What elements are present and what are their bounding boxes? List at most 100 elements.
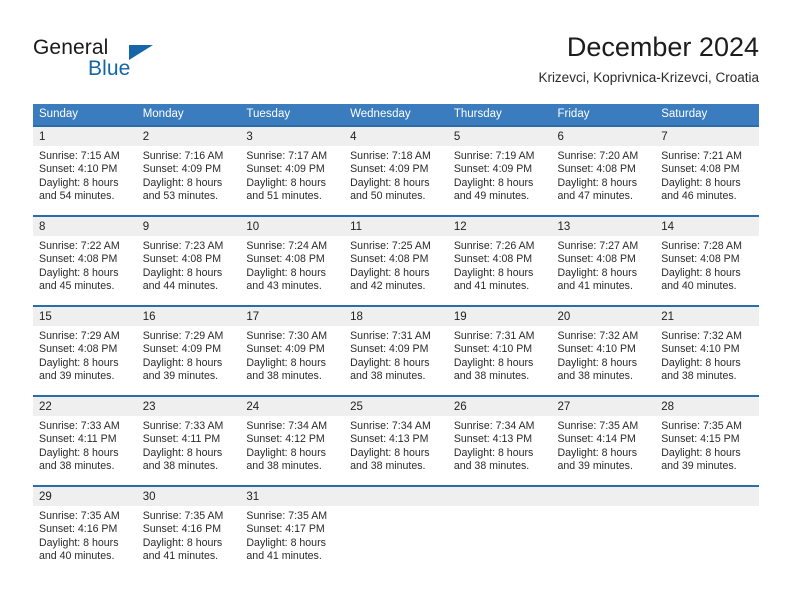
calendar-table: Sunday Monday Tuesday Wednesday Thursday… (33, 104, 759, 575)
day-cell[interactable]: 9 Sunrise: 7:23 AM Sunset: 4:08 PM Daylight… (136, 215, 241, 306)
sunrise-text: Sunrise: 7:20 AM (557, 150, 639, 162)
day-details: Sunrise: 7:25 AM Sunset: 4:08 PM Daylight:… (344, 236, 448, 294)
sunset-text: Sunset: 4:09 PM (246, 163, 325, 176)
daylight-text-line2: and 38 minutes. (557, 370, 633, 383)
daylight-text-line2: and 38 minutes. (661, 370, 737, 383)
day-number: 11 (344, 217, 448, 236)
sunrise-text: Sunrise: 7:17 AM (246, 150, 328, 162)
day-details: Sunrise: 7:34 AM Sunset: 4:13 PM Daylight:… (344, 416, 448, 474)
day-cell[interactable]: 8 Sunrise: 7:22 AM Sunset: 4:08 PM Daylight… (33, 215, 137, 306)
day-number: 15 (33, 307, 137, 326)
day-cell[interactable]: 12 Sunrise: 7:26 AM Sunset: 4:08 PM Dayligh… (447, 215, 552, 306)
day-cell[interactable]: 30 Sunrise: 7:35 AM Sunset: 4:16 PM Dayligh… (136, 485, 241, 575)
sunrise-text: Sunrise: 7:18 AM (350, 150, 431, 162)
sunset-text: Sunset: 4:08 PM (661, 253, 740, 266)
logo-text-blue: Blue (88, 57, 131, 80)
daylight-text-line2: and 43 minutes. (246, 280, 322, 293)
sunrise-text: Sunrise: 7:27 AM (557, 240, 639, 252)
day-number: 14 (655, 217, 759, 236)
day-details: Sunrise: 7:32 AM Sunset: 4:10 PM Daylight:… (552, 326, 656, 384)
day-cell[interactable]: 24 Sunrise: 7:34 AM Sunset: 4:12 PM Dayligh… (240, 395, 345, 486)
day-cell[interactable]: 26 Sunrise: 7:34 AM Sunset: 4:13 PM Dayligh… (447, 395, 552, 486)
daylight-text-line2: and 38 minutes. (453, 370, 530, 383)
day-cell[interactable]: 21 Sunrise: 7:32 AM Sunset: 4:10 PM Dayligh… (655, 305, 759, 396)
day-cell[interactable]: 23 Sunrise: 7:33 AM Sunset: 4:11 PM Dayligh… (136, 395, 241, 486)
sunset-text: Sunset: 4:10 PM (39, 163, 118, 176)
calendar-body: 1 Sunrise: 7:15 AM Sunset: 4:10 PM Daylight… (33, 125, 759, 575)
day-cell[interactable]: 15 Sunrise: 7:29 AM Sunset: 4:08 PM Dayligh… (33, 305, 137, 396)
day-cell[interactable]: 6 Sunrise: 7:20 AM Sunset: 4:08 PM Daylight… (551, 125, 656, 216)
day-details: Sunrise: 7:31 AM Sunset: 4:10 PM Daylight:… (448, 326, 552, 384)
day-cell[interactable]: 5 Sunrise: 7:19 AM Sunset: 4:09 PM Daylight… (447, 125, 552, 216)
day-number: 13 (551, 217, 656, 236)
sunrise-text: Sunrise: 7:26 AM (453, 240, 535, 252)
daylight-text-line1: Daylight: 8 hours (246, 536, 326, 549)
day-cell[interactable]: 25 Sunrise: 7:34 AM Sunset: 4:13 PM Dayligh… (344, 395, 448, 486)
sunset-text: Sunset: 4:08 PM (557, 163, 636, 176)
daylight-text-line1: Daylight: 8 hours (661, 176, 741, 189)
day-number: 7 (655, 127, 759, 146)
sunset-text: Sunset: 4:08 PM (39, 343, 118, 356)
page-header: General Blue December 2024 Krizevci, Kop… (0, 0, 792, 100)
day-cell[interactable]: 27 Sunrise: 7:35 AM Sunset: 4:14 PM Dayligh… (551, 395, 656, 486)
day-number: 24 (240, 397, 345, 416)
sunrise-text: Sunrise: 7:35 AM (661, 420, 742, 432)
sunset-text: Sunset: 4:09 PM (453, 163, 533, 176)
daylight-text-line1: Daylight: 8 hours (557, 446, 638, 459)
day-number: 28 (655, 397, 759, 416)
sunset-text: Sunset: 4:13 PM (453, 433, 533, 446)
day-cell[interactable]: 28 Sunrise: 7:35 AM Sunset: 4:15 PM Dayligh… (655, 395, 759, 486)
sunrise-text: Sunrise: 7:29 AM (142, 330, 224, 342)
day-cell[interactable]: 7 Sunrise: 7:21 AM Sunset: 4:08 PM Daylight… (655, 125, 759, 216)
page-subtitle: Krizevci, Koprivnica-Krizevci, Croatia (538, 70, 759, 85)
daylight-text-line1: Daylight: 8 hours (142, 446, 223, 459)
day-cell[interactable]: 16 Sunrise: 7:29 AM Sunset: 4:09 PM Dayligh… (136, 305, 241, 396)
day-number: 30 (136, 487, 241, 506)
day-cell[interactable]: 13 Sunrise: 7:27 AM Sunset: 4:08 PM Dayligh… (551, 215, 656, 306)
sunrise-text: Sunrise: 7:35 AM (39, 510, 120, 522)
daylight-text-line2: and 40 minutes. (39, 550, 115, 563)
day-cell[interactable]: 17 Sunrise: 7:30 AM Sunset: 4:09 PM Dayligh… (240, 305, 345, 396)
day-cell[interactable]: 14 Sunrise: 7:28 AM Sunset: 4:08 PM Dayligh… (655, 215, 759, 306)
day-cell[interactable]: 20 Sunrise: 7:32 AM Sunset: 4:10 PM Dayligh… (551, 305, 656, 396)
day-cell[interactable]: 10 Sunrise: 7:24 AM Sunset: 4:08 PM Dayligh… (240, 215, 345, 306)
daylight-text-line1: Daylight: 8 hours (39, 266, 119, 279)
day-cell[interactable]: 1 Sunrise: 7:15 AM Sunset: 4:10 PM Daylight… (33, 125, 137, 216)
daylight-text-line2: and 39 minutes. (39, 370, 115, 383)
day-number: 12 (447, 217, 552, 236)
daylight-text-line1: Daylight: 8 hours (453, 446, 534, 459)
daylight-text-line2: and 38 minutes. (350, 460, 426, 473)
day-cell[interactable]: 29 Sunrise: 7:35 AM Sunset: 4:16 PM Dayligh… (33, 485, 137, 575)
day-details: Sunrise: 7:30 AM Sunset: 4:09 PM Daylight:… (240, 326, 344, 384)
daylight-text-line2: and 50 minutes. (350, 190, 426, 203)
day-cell[interactable]: 4 Sunrise: 7:18 AM Sunset: 4:09 PM Daylight… (344, 125, 448, 216)
day-number: 2 (136, 127, 241, 146)
sunrise-text: Sunrise: 7:30 AM (246, 330, 328, 342)
sunset-text: Sunset: 4:16 PM (39, 523, 118, 536)
daylight-text-line2: and 51 minutes. (246, 190, 322, 203)
day-cell[interactable]: 19 Sunrise: 7:31 AM Sunset: 4:10 PM Dayligh… (447, 305, 552, 396)
sunset-text: Sunset: 4:10 PM (557, 343, 636, 356)
week-row: 1 Sunrise: 7:15 AM Sunset: 4:10 PM Daylight… (33, 125, 759, 216)
sunset-text: Sunset: 4:09 PM (142, 163, 222, 176)
day-details: Sunrise: 7:35 AM Sunset: 4:16 PM Daylight:… (137, 506, 241, 564)
daylight-text-line1: Daylight: 8 hours (350, 176, 430, 189)
day-cell[interactable]: 2 Sunrise: 7:16 AM Sunset: 4:09 PM Daylight… (136, 125, 241, 216)
day-number: 9 (136, 217, 241, 236)
day-number: 19 (447, 307, 552, 326)
day-cell[interactable]: 31 Sunrise: 7:35 AM Sunset: 4:17 PM Dayligh… (240, 485, 345, 575)
day-cell[interactable]: 3 Sunrise: 7:17 AM Sunset: 4:09 PM Daylight… (240, 125, 345, 216)
daylight-text-line1: Daylight: 8 hours (350, 356, 430, 369)
day-number: 17 (240, 307, 345, 326)
weekday-header-saturday: Saturday (655, 104, 759, 126)
day-details: Sunrise: 7:29 AM Sunset: 4:08 PM Daylight:… (33, 326, 137, 384)
day-number: 16 (136, 307, 241, 326)
sunrise-text: Sunrise: 7:35 AM (246, 510, 328, 522)
day-cell[interactable]: 18 Sunrise: 7:31 AM Sunset: 4:09 PM Dayligh… (344, 305, 448, 396)
general-blue-logo[interactable]: General Blue (33, 36, 233, 84)
day-number: 6 (551, 127, 656, 146)
day-cell[interactable]: 22 Sunrise: 7:33 AM Sunset: 4:11 PM Dayligh… (33, 395, 137, 486)
day-details: Sunrise: 7:34 AM Sunset: 4:13 PM Daylight:… (448, 416, 552, 474)
day-number: 27 (551, 397, 656, 416)
day-cell[interactable]: 11 Sunrise: 7:25 AM Sunset: 4:08 PM Dayligh… (344, 215, 448, 306)
